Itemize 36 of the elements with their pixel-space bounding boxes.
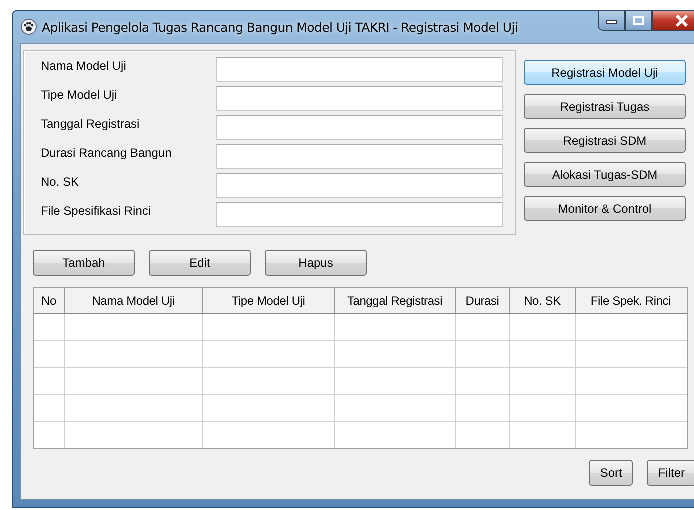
action-button[interactable]: Hapus: [265, 250, 367, 276]
window-title: Aplikasi Pengelola Tugas Rancang Bangun Model Uji TAKRI - Registrasi Model Uji: [42, 20, 518, 34]
maximize-button[interactable]: [625, 11, 652, 31]
close-icon: [675, 14, 689, 26]
column-header[interactable]: Durasi: [456, 288, 510, 313]
input-field[interactable]: [216, 173, 503, 198]
column-header[interactable]: No: [34, 288, 65, 313]
field-label: Durasi Rancang Bangun: [41, 145, 172, 160]
column-header[interactable]: Tanggal Registrasi: [335, 288, 456, 313]
column-header[interactable]: File Spek. Rinci: [576, 288, 686, 313]
field-label: Tipe Model Uji: [41, 87, 118, 102]
maximize-icon: [632, 16, 644, 26]
close-button[interactable]: [652, 11, 694, 31]
field-label: No. SK: [41, 174, 80, 189]
input-field[interactable]: [216, 86, 503, 111]
field-label: File Spesifikasi Rinci: [41, 203, 152, 218]
field-label: Tanggal Registrasi: [41, 116, 140, 131]
paw-icon: [21, 19, 37, 35]
nav-button[interactable]: Registrasi SDM: [524, 128, 686, 153]
nav-button[interactable]: Registrasi Tugas: [524, 94, 686, 119]
nav-button[interactable]: Monitor & Control: [524, 196, 686, 221]
input-field[interactable]: [216, 144, 503, 169]
nav-button[interactable]: Registrasi Model Uji: [524, 60, 686, 85]
column-header[interactable]: Nama Model Uji: [65, 288, 203, 313]
column-header[interactable]: Tipe Model Uji: [203, 288, 335, 313]
nav-button[interactable]: Alokasi Tugas-SDM: [524, 162, 686, 187]
input-field[interactable]: [216, 115, 503, 140]
toolbar-button[interactable]: Filter: [647, 460, 694, 486]
action-button[interactable]: Tambah: [33, 250, 135, 276]
toolbar-button[interactable]: Sort: [589, 460, 634, 486]
column-header[interactable]: No. SK: [510, 288, 576, 313]
input-field[interactable]: [216, 202, 503, 227]
field-label: Nama Model Uji: [41, 58, 126, 73]
action-button[interactable]: Edit: [149, 250, 251, 276]
minimize-button[interactable]: [598, 11, 625, 31]
input-field[interactable]: [216, 57, 503, 82]
